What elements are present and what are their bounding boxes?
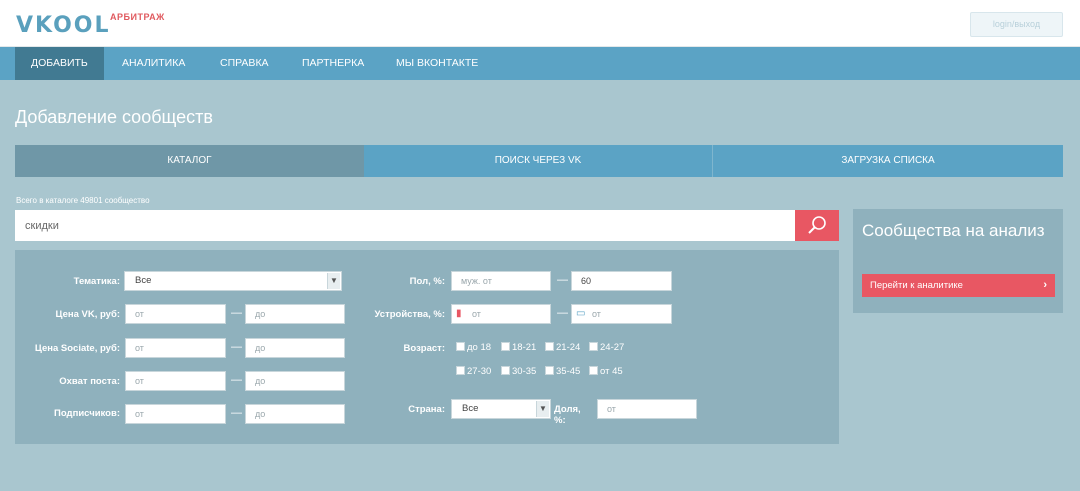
filter-panel: Тематика: Все ▼ Цена VK, руб: от — до Це… xyxy=(15,250,839,444)
age-option-label: 21-24 xyxy=(556,342,581,353)
age-checkbox[interactable]: от 45 xyxy=(589,366,623,378)
dash: — xyxy=(557,307,568,319)
price-vk-label: Цена VK, руб: xyxy=(55,309,120,320)
nav-item-partner[interactable]: ПАРТНЕРКА xyxy=(302,47,364,80)
nav-item-add[interactable]: ДОБАВИТЬ xyxy=(15,47,104,80)
catalog-count: Всего в каталоге 49801 сообщество xyxy=(16,196,150,205)
dash: — xyxy=(231,374,242,386)
logo[interactable]: VKOOL xyxy=(16,13,111,38)
topic-label: Тематика: xyxy=(73,276,120,287)
topic-select[interactable]: Все ▼ xyxy=(124,271,342,291)
price-vk-from[interactable]: от xyxy=(125,304,226,324)
search-button[interactable] xyxy=(795,210,839,241)
analysis-panel-title: Сообщества на анализ xyxy=(862,221,1045,240)
age-checkbox[interactable]: до 18 xyxy=(456,342,491,354)
tab-vk-search[interactable]: ПОИСК ЧЕРЕЗ VK xyxy=(364,145,713,177)
logo-subtitle: АРБИТРАЖ xyxy=(110,12,165,22)
gender-from[interactable]: муж. от xyxy=(451,271,551,291)
age-checkbox[interactable]: 27-30 xyxy=(456,366,491,378)
post-reach-from[interactable]: от xyxy=(125,371,226,391)
age-checkbox[interactable]: 35-45 xyxy=(545,366,580,378)
devices-mobile-input[interactable]: ▮ от xyxy=(451,304,551,324)
age-option-label: 35-45 xyxy=(556,366,581,377)
nav-item-analytics[interactable]: АНАЛИТИКА xyxy=(122,47,185,80)
price-vk-to[interactable]: до xyxy=(245,304,345,324)
age-option-label: 24-27 xyxy=(600,342,625,353)
go-to-analytics-label: Перейти к аналитике xyxy=(870,280,963,291)
tab-list-upload[interactable]: ЗАГРУЗКА СПИСКА xyxy=(713,145,1063,177)
top-bar: VKOOL АРБИТРАЖ login/выход xyxy=(0,0,1080,47)
country-select-value: Все xyxy=(462,403,479,414)
checkbox-box xyxy=(501,342,510,351)
checkbox-box xyxy=(545,342,554,351)
nav-item-vk[interactable]: МЫ ВКОНТАКТЕ xyxy=(396,47,478,80)
go-to-analytics-button[interactable]: Перейти к аналитике › xyxy=(862,274,1055,297)
age-checkbox[interactable]: 21-24 xyxy=(545,342,580,354)
subscribers-label: Подписчиков: xyxy=(54,408,120,419)
checkbox-box xyxy=(501,366,510,375)
price-sociate-from[interactable]: от xyxy=(125,338,226,358)
checkbox-box xyxy=(456,366,465,375)
age-option-label: 27-30 xyxy=(467,366,492,377)
share-input[interactable]: от xyxy=(597,399,697,419)
mobile-icon: ▮ xyxy=(456,308,462,319)
age-checkbox[interactable]: 18-21 xyxy=(501,342,536,354)
price-sociate-label: Цена Sociate, руб: xyxy=(34,343,120,354)
topic-select-value: Все xyxy=(135,275,152,286)
age-option-label: от 45 xyxy=(600,366,623,377)
login-box[interactable]: login/выход xyxy=(970,12,1063,37)
age-option-label: 18-21 xyxy=(512,342,537,353)
chevron-down-icon: ▼ xyxy=(536,401,549,417)
post-reach-to[interactable]: до xyxy=(245,371,345,391)
nav-item-help[interactable]: СПРАВКА xyxy=(220,47,269,80)
subscribers-to[interactable]: до xyxy=(245,404,345,424)
search-input[interactable] xyxy=(15,210,795,241)
main-nav: ДОБАВИТЬ АНАЛИТИКА СПРАВКА ПАРТНЕРКА МЫ … xyxy=(0,47,1080,80)
dash: — xyxy=(557,274,568,286)
country-label: Страна: xyxy=(408,404,445,415)
dash: — xyxy=(231,307,242,319)
dash: — xyxy=(231,407,242,419)
age-option-label: 30-35 xyxy=(512,366,537,377)
age-option-label: до 18 xyxy=(467,342,492,353)
chevron-down-icon: ▼ xyxy=(327,273,340,289)
tab-catalog[interactable]: КАТАЛОГ xyxy=(15,145,364,177)
dash: — xyxy=(231,341,242,353)
devices-label: Устройства, %: xyxy=(374,309,445,320)
share-label: Доля, %: xyxy=(554,404,581,426)
checkbox-box xyxy=(545,366,554,375)
gender-label: Пол, %: xyxy=(409,276,445,287)
age-checkbox[interactable]: 30-35 xyxy=(501,366,536,378)
age-checkbox[interactable]: 24-27 xyxy=(589,342,624,354)
search-icon xyxy=(808,216,826,234)
analysis-panel: Сообщества на анализ Перейти к аналитике… xyxy=(853,209,1063,313)
chevron-right-icon: › xyxy=(1043,279,1047,291)
devices-mobile-placeholder: от xyxy=(472,309,481,319)
gender-to[interactable]: 60 xyxy=(571,271,672,291)
checkbox-box xyxy=(589,342,598,351)
age-label: Возраст: xyxy=(403,343,445,354)
post-reach-label: Охват поста: xyxy=(59,376,120,387)
subscribers-from[interactable]: от xyxy=(125,404,226,424)
checkbox-box xyxy=(589,366,598,375)
page-title: Добавление сообществ xyxy=(15,107,213,127)
devices-desktop-input[interactable]: ▭ от xyxy=(571,304,672,324)
price-sociate-to[interactable]: до xyxy=(245,338,345,358)
tabs: КАТАЛОГ ПОИСК ЧЕРЕЗ VK ЗАГРУЗКА СПИСКА xyxy=(15,145,1063,177)
desktop-icon: ▭ xyxy=(576,308,586,319)
checkbox-box xyxy=(456,342,465,351)
devices-desktop-placeholder: от xyxy=(592,309,601,319)
country-select[interactable]: Все ▼ xyxy=(451,399,551,419)
